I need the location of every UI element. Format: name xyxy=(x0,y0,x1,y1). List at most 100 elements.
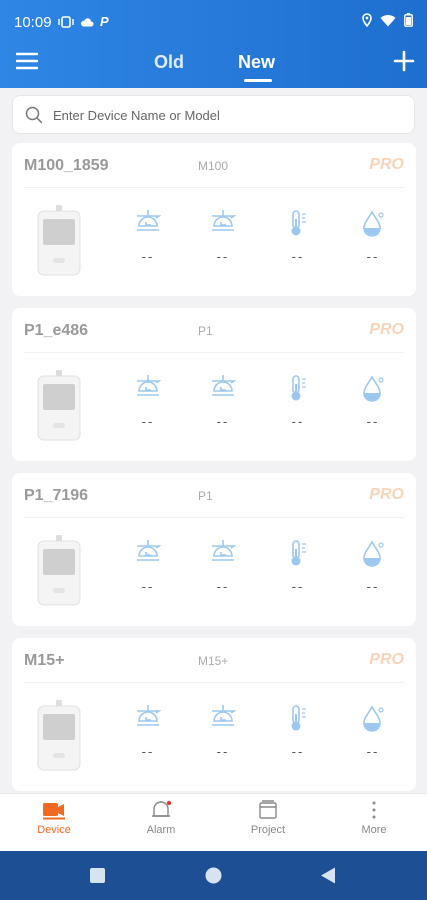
sensor-value: -- xyxy=(216,744,230,759)
home-icon[interactable] xyxy=(205,867,222,884)
search-bar xyxy=(12,95,415,134)
humidity-drop-icon xyxy=(355,539,391,567)
status-time: 10:09 xyxy=(14,14,52,31)
device-card[interactable]: M15+ M15+ PRO -- -- -- -- xyxy=(12,638,416,791)
scale-pm-icon xyxy=(205,704,241,732)
scale-pm-icon xyxy=(130,539,166,567)
cloud-icon xyxy=(80,17,94,26)
sensor-value: -- xyxy=(216,414,230,429)
sensor-reading: -- xyxy=(355,374,391,434)
sensor-reading: -- xyxy=(355,539,391,599)
scale-pm-icon xyxy=(130,704,166,732)
humidity-drop-icon xyxy=(355,704,391,732)
nav-device-label: Device xyxy=(37,824,71,836)
battery-icon xyxy=(404,13,413,27)
sensor-reading: -- xyxy=(205,209,241,269)
sensor-value: -- xyxy=(291,249,305,264)
device-card[interactable]: P1_e486 P1 PRO -- -- -- -- xyxy=(12,308,416,461)
thermometer-icon xyxy=(280,374,316,402)
sensor-reading: -- xyxy=(280,374,316,434)
device-card[interactable]: M100_1859 M100 PRO -- -- -- -- xyxy=(12,143,416,296)
pro-badge: PRO xyxy=(369,156,404,173)
nav-alarm-label: Alarm xyxy=(146,824,176,836)
scale-pm-icon xyxy=(205,374,241,402)
air-monitor-device-image xyxy=(37,535,81,606)
system-navigation-bar xyxy=(0,851,427,900)
humidity-drop-icon xyxy=(355,374,391,402)
sensor-value: -- xyxy=(141,414,155,429)
p-status-icon: P xyxy=(100,14,109,29)
device-name: P1_7196 xyxy=(24,487,89,504)
card-divider xyxy=(24,352,404,353)
tab-old[interactable]: Old xyxy=(154,52,184,73)
device-list: M100_1859 M100 PRO -- -- -- -- P1_e486 P1 PR… xyxy=(12,143,416,793)
sensor-value: -- xyxy=(141,249,155,264)
pro-badge: PRO xyxy=(369,321,404,338)
scale-pm-icon xyxy=(205,209,241,237)
search-icon xyxy=(25,106,43,124)
sensor-reading: -- xyxy=(205,374,241,434)
sensor-value: -- xyxy=(366,414,380,429)
humidity-drop-icon xyxy=(355,209,391,237)
scale-pm-icon xyxy=(130,374,166,402)
recents-icon[interactable] xyxy=(90,868,105,883)
search-input[interactable] xyxy=(53,105,393,125)
pro-badge: PRO xyxy=(369,651,404,668)
card-divider xyxy=(24,187,404,188)
scale-pm-icon xyxy=(205,539,241,567)
sensor-value: -- xyxy=(291,579,305,594)
pro-badge: PRO xyxy=(369,486,404,503)
thermometer-icon xyxy=(280,539,316,567)
status-bar: 10:09 P xyxy=(0,0,427,40)
sensor-reading: -- xyxy=(355,704,391,764)
device-model: P1 xyxy=(198,324,213,338)
bottom-nav: Device Alarm Project More xyxy=(0,793,427,851)
sensor-value: -- xyxy=(141,744,155,759)
device-card[interactable]: P1_7196 P1 PRO -- -- -- -- xyxy=(12,473,416,626)
air-monitor-device-image xyxy=(37,700,81,771)
nav-more[interactable]: More xyxy=(334,800,414,836)
air-monitor-device-image xyxy=(37,205,81,276)
sensor-value: -- xyxy=(366,744,380,759)
app-header: 10:09 P Old New xyxy=(0,0,427,88)
wifi-icon xyxy=(380,14,396,26)
sensor-reading: -- xyxy=(280,209,316,269)
project-icon xyxy=(259,800,277,819)
status-left-icons: P xyxy=(58,14,109,29)
sensor-value: -- xyxy=(366,579,380,594)
nav-project-label: Project xyxy=(250,824,286,836)
alarm-bell-icon xyxy=(152,800,172,817)
sensor-value: -- xyxy=(366,249,380,264)
thermometer-icon xyxy=(280,704,316,732)
location-icon xyxy=(362,13,372,27)
sensor-value: -- xyxy=(291,414,305,429)
sensor-value: -- xyxy=(216,579,230,594)
sensor-value: -- xyxy=(141,579,155,594)
device-model: M100 xyxy=(198,159,229,173)
device-icon xyxy=(43,803,65,820)
device-name: P1_e486 xyxy=(24,322,89,339)
sensor-reading: -- xyxy=(130,209,166,269)
sensor-reading: -- xyxy=(355,209,391,269)
card-divider xyxy=(24,682,404,683)
nav-alarm[interactable]: Alarm xyxy=(121,800,201,836)
sensor-reading: -- xyxy=(130,539,166,599)
nav-device[interactable]: Device xyxy=(14,800,94,836)
tab-new[interactable]: New xyxy=(238,52,275,73)
top-nav: Old New xyxy=(0,44,427,84)
device-name: M100_1859 xyxy=(24,157,109,174)
sensor-reading: -- xyxy=(130,374,166,434)
add-device-icon[interactable] xyxy=(393,50,415,72)
status-right-icons xyxy=(362,13,413,27)
sensor-reading: -- xyxy=(280,539,316,599)
sensor-reading: -- xyxy=(130,704,166,764)
back-icon[interactable] xyxy=(320,867,336,884)
sensor-reading: -- xyxy=(205,704,241,764)
nav-more-label: More xyxy=(361,824,387,836)
menu-icon[interactable] xyxy=(16,52,38,70)
device-model: P1 xyxy=(198,489,213,503)
nav-project[interactable]: Project xyxy=(228,800,308,836)
sensor-reading: -- xyxy=(205,539,241,599)
sensor-reading: -- xyxy=(280,704,316,764)
air-monitor-device-image xyxy=(37,370,81,441)
